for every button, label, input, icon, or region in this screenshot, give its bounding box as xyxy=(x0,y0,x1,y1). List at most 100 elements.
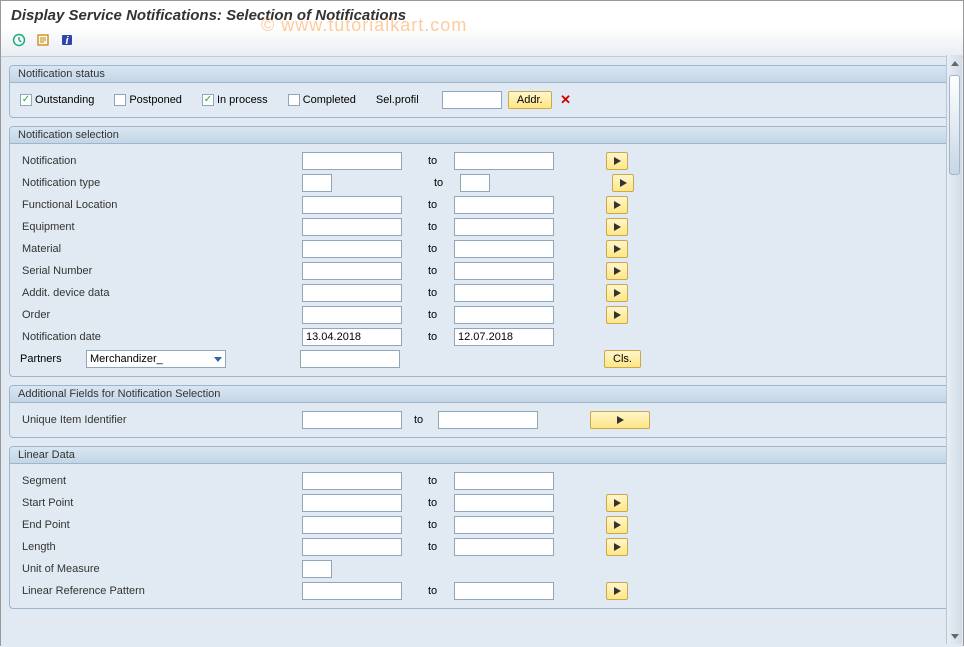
group-header-status: Notification status xyxy=(10,66,954,83)
multi-select-button[interactable] xyxy=(612,174,634,192)
to-label: to xyxy=(408,331,448,343)
multi-select-button[interactable] xyxy=(606,218,628,236)
arrow-right-icon xyxy=(614,543,621,551)
to-label: to xyxy=(408,541,448,553)
uid-to-input[interactable] xyxy=(438,411,538,429)
to-label: to xyxy=(408,155,448,167)
arrow-right-icon xyxy=(614,521,621,529)
arrow-right-icon xyxy=(614,223,621,231)
order-from-input[interactable] xyxy=(302,306,402,324)
addit-device-from-input[interactable] xyxy=(302,284,402,302)
start-point-label: Start Point xyxy=(20,497,150,509)
multi-select-button[interactable] xyxy=(606,196,628,214)
checkbox-icon xyxy=(288,94,300,106)
notif-type-to-input[interactable] xyxy=(460,174,490,192)
multi-select-button[interactable] xyxy=(590,411,650,429)
end-point-from-input[interactable] xyxy=(302,516,402,534)
material-to-input[interactable] xyxy=(454,240,554,258)
postponed-checkbox[interactable]: Postponed xyxy=(114,94,182,106)
completed-checkbox[interactable]: Completed xyxy=(288,94,356,106)
to-label: to xyxy=(408,199,448,211)
notif-date-to-input[interactable] xyxy=(454,328,554,346)
partners-input[interactable] xyxy=(300,350,400,368)
arrow-right-icon xyxy=(614,157,621,165)
group-header-selection: Notification selection xyxy=(10,127,954,144)
notif-date-from-input[interactable] xyxy=(302,328,402,346)
outstanding-checkbox[interactable]: Outstanding xyxy=(20,94,94,106)
to-label: to xyxy=(408,243,448,255)
arrow-right-icon xyxy=(614,267,621,275)
multi-select-button[interactable] xyxy=(606,152,628,170)
start-point-to-input[interactable] xyxy=(454,494,554,512)
multi-select-button[interactable] xyxy=(606,284,628,302)
end-point-to-input[interactable] xyxy=(454,516,554,534)
serial-to-input[interactable] xyxy=(454,262,554,280)
length-from-input[interactable] xyxy=(302,538,402,556)
linear-data-group: Linear Data Segment to Start Point to xyxy=(9,446,955,609)
sap-window: Display Service Notifications: Selection… xyxy=(0,0,964,646)
arrow-right-icon xyxy=(617,416,624,424)
chevron-down-icon xyxy=(214,357,222,362)
notif-date-label: Notification date xyxy=(20,331,150,343)
notification-from-input[interactable] xyxy=(302,152,402,170)
length-label: Length xyxy=(20,541,150,553)
arrow-right-icon xyxy=(614,245,621,253)
equipment-from-input[interactable] xyxy=(302,218,402,236)
multi-select-button[interactable] xyxy=(606,582,628,600)
func-loc-from-input[interactable] xyxy=(302,196,402,214)
notification-status-group: Notification status Outstanding Postpone… xyxy=(9,65,955,118)
uom-input[interactable] xyxy=(302,560,332,578)
addit-device-label: Addit. device data xyxy=(20,287,150,299)
equipment-label: Equipment xyxy=(20,221,150,233)
postponed-label: Postponed xyxy=(129,94,182,106)
in-process-checkbox[interactable]: In process xyxy=(202,94,268,106)
addr-button[interactable]: Addr. xyxy=(508,91,552,109)
serial-from-input[interactable] xyxy=(302,262,402,280)
execute-icon[interactable] xyxy=(9,30,29,50)
order-to-input[interactable] xyxy=(454,306,554,324)
segment-from-input[interactable] xyxy=(302,472,402,490)
scrollbar-thumb[interactable] xyxy=(949,75,960,175)
get-variant-icon[interactable] xyxy=(33,30,53,50)
to-label: to xyxy=(414,177,454,189)
multi-select-button[interactable] xyxy=(606,538,628,556)
multi-select-button[interactable] xyxy=(606,306,628,324)
clear-icon[interactable]: ✕ xyxy=(558,92,574,108)
uid-from-input[interactable] xyxy=(302,411,402,429)
lrp-to-input[interactable] xyxy=(454,582,554,600)
sel-profil-input[interactable] xyxy=(442,91,502,109)
addit-device-to-input[interactable] xyxy=(454,284,554,302)
checkbox-icon xyxy=(202,94,214,106)
equipment-to-input[interactable] xyxy=(454,218,554,236)
func-loc-to-input[interactable] xyxy=(454,196,554,214)
length-to-input[interactable] xyxy=(454,538,554,556)
scroll-down-icon[interactable] xyxy=(947,628,962,644)
partners-value: Merchandizer_ xyxy=(90,353,163,365)
title-area: Display Service Notifications: Selection… xyxy=(1,1,963,28)
lrp-label: Linear Reference Pattern xyxy=(20,585,180,597)
checkbox-icon xyxy=(20,94,32,106)
notif-type-from-input[interactable] xyxy=(302,174,332,192)
end-point-label: End Point xyxy=(20,519,150,531)
partners-select[interactable]: Merchandizer_ xyxy=(86,350,226,368)
to-label: to xyxy=(408,265,448,277)
multi-select-button[interactable] xyxy=(606,262,628,280)
order-label: Order xyxy=(20,309,150,321)
multi-select-button[interactable] xyxy=(606,240,628,258)
lrp-from-input[interactable] xyxy=(302,582,402,600)
segment-to-input[interactable] xyxy=(454,472,554,490)
scroll-up-icon[interactable] xyxy=(947,55,962,71)
cls-button[interactable]: Cls. xyxy=(604,350,641,368)
vertical-scrollbar[interactable] xyxy=(946,55,962,644)
multi-select-button[interactable] xyxy=(606,494,628,512)
notification-selection-group: Notification selection Notification to N… xyxy=(9,126,955,377)
multi-select-button[interactable] xyxy=(606,516,628,534)
start-point-from-input[interactable] xyxy=(302,494,402,512)
uom-label: Unit of Measure xyxy=(20,563,150,575)
group-header-linear: Linear Data xyxy=(10,447,954,464)
notification-to-input[interactable] xyxy=(454,152,554,170)
material-label: Material xyxy=(20,243,150,255)
info-icon[interactable]: i xyxy=(57,30,77,50)
material-from-input[interactable] xyxy=(302,240,402,258)
sel-profil-label: Sel.profil xyxy=(376,94,436,106)
